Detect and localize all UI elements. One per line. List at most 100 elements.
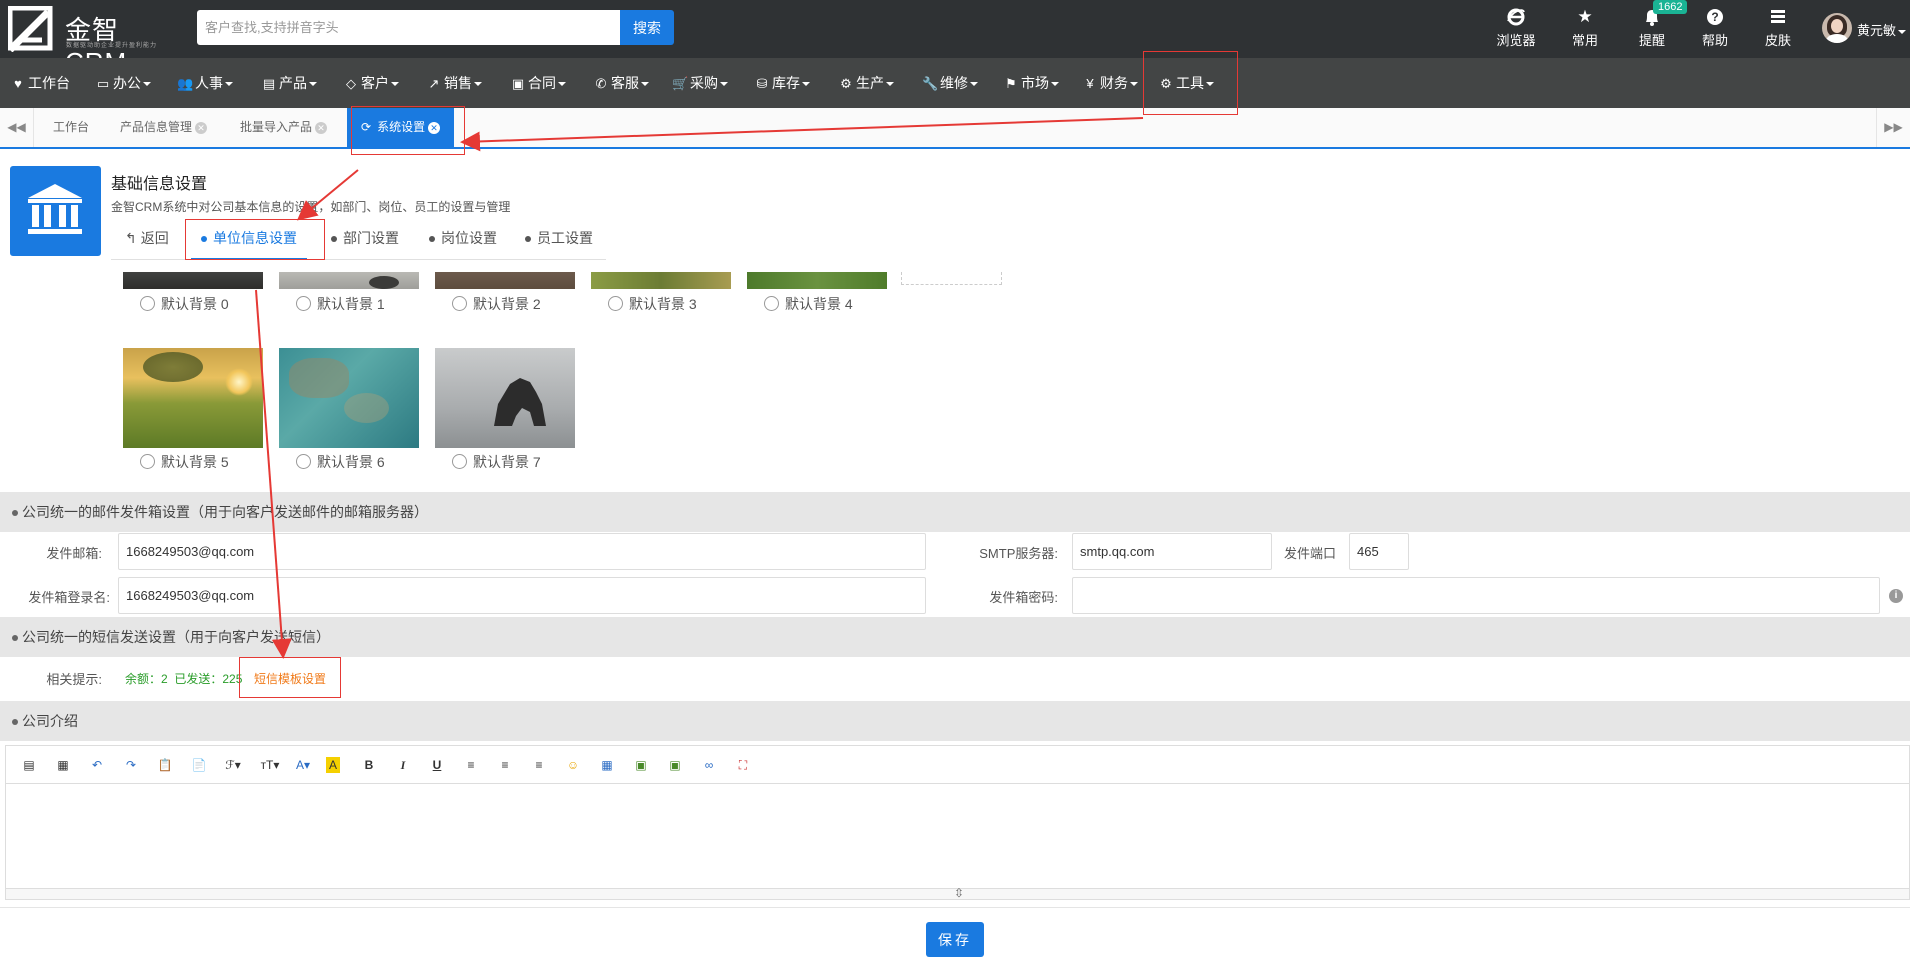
close-icon[interactable]: ✕ (315, 121, 328, 134)
editor-resize-handle[interactable]: ⇳ (5, 886, 1910, 900)
tab-scroll-left-button[interactable]: ◀◀ (0, 108, 34, 147)
background-option-1[interactable]: 默认背景 1 (296, 294, 385, 314)
add-background-slot[interactable] (901, 272, 1002, 285)
info-icon[interactable]: i (1889, 589, 1903, 603)
menu-contract[interactable]: ▣ 合同 (510, 58, 566, 108)
menu-service[interactable]: ✆ 客服 (593, 58, 649, 108)
radio-button[interactable] (296, 454, 311, 469)
smtp-server-field[interactable]: smtp.qq.com (1072, 533, 1272, 570)
redo-icon[interactable]: ↷ (122, 757, 140, 773)
save-button[interactable]: 保存 (926, 922, 984, 957)
send-port-field[interactable]: 465 (1349, 533, 1409, 570)
link-icon[interactable]: ∞ (700, 757, 718, 773)
align-center-icon[interactable]: ≡ (496, 757, 514, 773)
app-logo[interactable]: 金智CRM 数据驱动助企业提升盈利能力 (8, 6, 178, 77)
paste-icon[interactable]: 📋 (156, 757, 174, 773)
underline-icon[interactable]: U (428, 757, 446, 773)
undo-icon[interactable]: ↶ (88, 757, 106, 773)
radio-button[interactable] (452, 454, 467, 469)
radio-button[interactable] (764, 296, 779, 311)
company-intro-editor[interactable]: ▤ ▦ ↶ ↷ 📋 📄 ℱ▾ тT▾ A▾ A B I U ≡ ≡ ≡ ☺ ▦ … (5, 745, 1910, 900)
font-size-icon[interactable]: тT▾ (258, 757, 282, 773)
tab-system-settings[interactable]: ⟳ 系统设置 ✕ (347, 108, 455, 147)
image-icon[interactable]: ▣ (632, 757, 650, 773)
send-port-label: 发件端口 (1283, 546, 1336, 561)
menu-workbench[interactable]: ♥ 工作台 (10, 58, 70, 108)
background-thumb-2[interactable] (435, 272, 575, 289)
tab-workbench[interactable]: 工作台 (53, 108, 89, 147)
menu-repair[interactable]: 🔧 维修 (922, 58, 978, 108)
template-icon[interactable]: ▦ (54, 757, 72, 773)
bullet-icon (12, 510, 18, 517)
background-thumb-7[interactable] (435, 348, 575, 448)
background-thumb-1[interactable] (279, 272, 419, 289)
sender-email-field[interactable]: 1668249503@qq.com (118, 533, 926, 570)
subnav-employee[interactable]: 员工设置 (525, 218, 593, 260)
mail-password-field[interactable] (1072, 577, 1880, 614)
background-option-6[interactable]: 默认背景 6 (296, 452, 385, 472)
close-icon[interactable]: ✕ (428, 121, 441, 134)
background-option-2[interactable]: 默认背景 2 (452, 294, 541, 314)
radio-button[interactable] (140, 454, 155, 469)
skin-button[interactable]: 皮肤 (1748, 6, 1808, 52)
background-thumb-3[interactable] (591, 272, 731, 289)
radio-button[interactable] (608, 296, 623, 311)
menu-sales[interactable]: ↗ 销售 (426, 58, 482, 108)
background-option-7[interactable]: 默认背景 7 (452, 452, 541, 472)
background-thumb-5[interactable] (123, 348, 263, 448)
align-right-icon[interactable]: ≡ (530, 757, 548, 773)
paste-word-icon[interactable]: 📄 (190, 757, 208, 773)
help-button[interactable]: ? 帮助 (1685, 6, 1745, 52)
menu-hr[interactable]: 👥 人事 (177, 58, 233, 108)
search-button[interactable]: 搜索 (620, 10, 674, 45)
product-list-icon: ▤ (262, 76, 276, 91)
table-icon[interactable]: ▦ (598, 757, 616, 773)
reminders-button[interactable]: 1662 提醒 (1622, 0, 1688, 52)
menu-product[interactable]: ▤ 产品 (261, 58, 317, 108)
subnav-department[interactable]: 部门设置 (331, 218, 399, 260)
menu-customer[interactable]: ◇ 客户 (343, 58, 399, 108)
emoji-icon[interactable]: ☺ (564, 757, 582, 773)
login-name-field[interactable]: 1668249503@qq.com (118, 577, 926, 614)
tab-batch-import[interactable]: 批量导入产品 ✕ (240, 108, 328, 147)
background-option-5[interactable]: 默认背景 5 (140, 452, 229, 472)
menu-tools[interactable]: ⚙ 工具 (1158, 58, 1214, 108)
menu-finance[interactable]: ¥ 财务 (1082, 58, 1138, 108)
refresh-icon[interactable]: ⟳ (361, 120, 371, 134)
subnav-company-info[interactable]: 单位信息设置 (191, 218, 307, 260)
source-icon[interactable]: ▤ (20, 757, 38, 773)
bold-icon[interactable]: B (360, 757, 378, 773)
back-link[interactable]: ↰ 返回 (125, 218, 169, 260)
sms-template-link[interactable]: 短信模板设置 (254, 670, 326, 687)
subnav-position[interactable]: 岗位设置 (429, 218, 497, 260)
menu-market[interactable]: ⚑ 市场 (1003, 58, 1059, 108)
radio-button[interactable] (296, 296, 311, 311)
tab-scroll-right-button[interactable]: ▶▶ (1876, 108, 1910, 147)
radio-button[interactable] (140, 296, 155, 311)
browser-button[interactable]: 浏览器 (1486, 6, 1546, 52)
tab-product-info[interactable]: 产品信息管理 ✕ (120, 108, 208, 147)
menu-inventory[interactable]: ⛁ 库存 (754, 58, 810, 108)
chevron-down-icon (143, 82, 151, 87)
background-thumb-0[interactable] (123, 272, 263, 289)
radio-button[interactable] (452, 296, 467, 311)
italic-icon[interactable]: I (394, 757, 412, 773)
background-thumb-4[interactable] (747, 272, 887, 289)
font-color-icon[interactable]: A▾ (294, 757, 312, 773)
customer-search-input[interactable] (197, 10, 620, 45)
align-left-icon[interactable]: ≡ (462, 757, 480, 773)
background-option-0[interactable]: 默认背景 0 (140, 294, 229, 314)
fullscreen-icon[interactable]: ⛶ (734, 757, 752, 773)
background-option-3[interactable]: 默认背景 3 (608, 294, 697, 314)
close-icon[interactable]: ✕ (195, 121, 208, 134)
multi-image-icon[interactable]: ▣ (666, 757, 684, 773)
highlight-icon[interactable]: A (326, 757, 340, 773)
menu-office[interactable]: ▭ 办公 (95, 58, 151, 108)
background-option-4[interactable]: 默认背景 4 (764, 294, 853, 314)
favorites-button[interactable]: ★ 常用 (1555, 6, 1615, 52)
background-thumb-6[interactable] (279, 348, 419, 448)
menu-production[interactable]: ⚙ 生产 (838, 58, 894, 108)
menu-purchase[interactable]: 🛒 采购 (672, 58, 728, 108)
font-family-icon[interactable]: ℱ▾ (224, 757, 242, 773)
user-menu[interactable]: 黄元敏 (1822, 12, 1910, 44)
